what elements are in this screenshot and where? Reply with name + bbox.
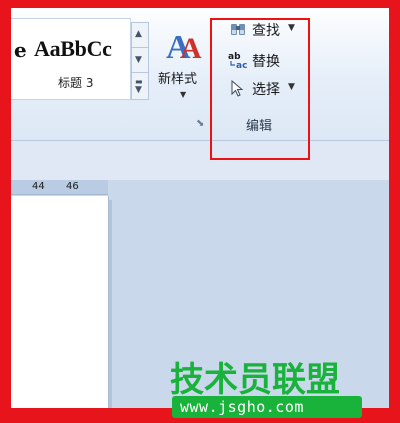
gallery-scroll-down-button[interactable]: ▼ <box>131 47 149 73</box>
dropdown-arrow-icon: ▼ <box>180 90 187 99</box>
editing-group-highlight <box>210 18 310 160</box>
chevron-up-icon: ▲ <box>135 29 142 39</box>
ruler-number: 46 <box>66 181 79 192</box>
new-styles-label: 新样式 <box>158 72 198 87</box>
watermark-url: www.jsgho.com <box>180 398 304 416</box>
style-preview-partial: e <box>14 38 27 62</box>
gallery-more-button[interactable]: ▬ ▼ <box>131 72 149 100</box>
watermark-title: 技术员联盟 <box>170 360 340 400</box>
horizontal-ruler[interactable]: 44 46 <box>10 180 108 195</box>
ruler-number: 44 <box>32 181 45 192</box>
styles-icon: A A <box>166 29 202 64</box>
gallery-scroll-up-button[interactable]: ▲ <box>131 22 149 48</box>
red-frame-top <box>0 0 400 8</box>
red-frame-right <box>389 0 400 423</box>
chevron-down-icon: ▼ <box>135 85 142 95</box>
watermark-url-badge: www.jsgho.com <box>172 396 362 418</box>
document-page[interactable] <box>10 196 109 408</box>
word-window: e AaBbCc 标题 3 ▲ ▼ ▬ ▼ A A 新样式 ▼ ⬊ 查找 ▼ a… <box>0 0 400 423</box>
dialog-launcher-icon[interactable]: ⬊ <box>196 118 204 129</box>
style-sample-text: AaBbCc <box>34 36 112 61</box>
svg-text:A: A <box>180 32 202 64</box>
ribbon-bottom-strip <box>10 140 390 181</box>
chevron-down-icon: ▼ <box>135 55 142 65</box>
style-name-label: 标题 3 <box>58 76 94 90</box>
page-shadow <box>109 200 112 408</box>
new-styles-button[interactable]: A A 新样式 ▼ <box>158 22 208 122</box>
red-frame-left <box>0 0 11 423</box>
